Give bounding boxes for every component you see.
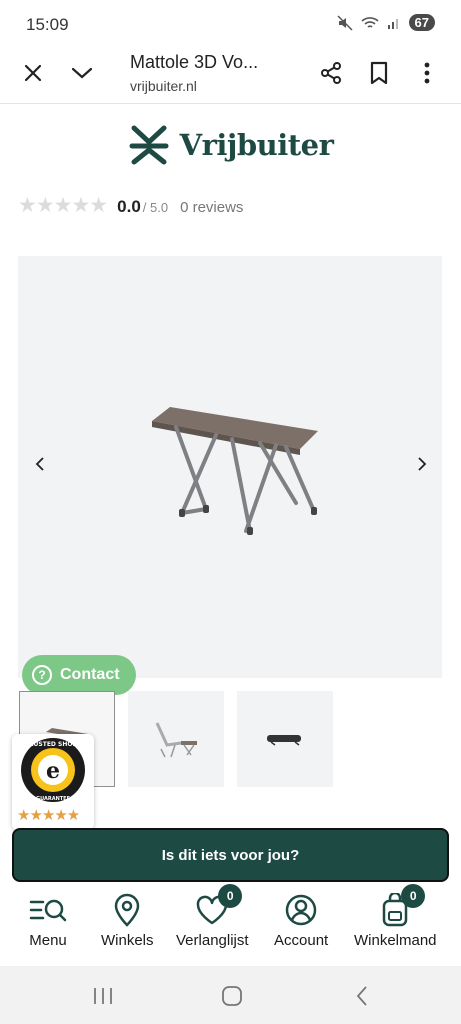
nav-menu-label: Menu bbox=[29, 932, 67, 949]
status-time: 15:09 bbox=[26, 15, 69, 34]
wishlist-count-badge: 0 bbox=[218, 884, 243, 908]
trusted-shops-seal: e TRUSTED SHOPS GUARANTEE bbox=[21, 738, 85, 802]
chevron-left-icon[interactable] bbox=[28, 452, 52, 476]
share-icon[interactable] bbox=[316, 58, 346, 88]
rating-stars: ★★★★★ bbox=[18, 194, 108, 217]
account-icon bbox=[281, 890, 321, 930]
rating-summary: ★★★★★ 0.0 / 5.0 0 reviews bbox=[18, 193, 243, 218]
signal-icon bbox=[387, 18, 398, 29]
trusted-shops-stars: ★★★★★ bbox=[17, 807, 80, 824]
bookmark-icon[interactable] bbox=[364, 58, 394, 88]
product-gallery[interactable] bbox=[18, 256, 442, 678]
review-count[interactable]: 0 reviews bbox=[180, 199, 243, 216]
more-vert-icon[interactable] bbox=[412, 58, 442, 88]
system-navigation-bar bbox=[0, 966, 461, 1024]
cart-count-badge: 0 bbox=[401, 884, 426, 908]
battery-indicator: 67 bbox=[408, 14, 435, 31]
rating-value: 0.0 bbox=[117, 197, 141, 216]
browser-toolbar: Mattole 3D Vo... vrijbuiter.nl bbox=[0, 48, 461, 104]
contact-label: Contact bbox=[60, 666, 120, 683]
svg-text:GUARANTEE: GUARANTEE bbox=[36, 796, 71, 802]
page-url[interactable]: vrijbuiter.nl bbox=[130, 78, 197, 94]
bottom-navigation: Menu Winkels 0 Verlanglijst Account 0 Wi… bbox=[0, 882, 461, 966]
nav-menu[interactable]: Menu bbox=[28, 890, 68, 949]
backpack-icon: 0 bbox=[375, 884, 426, 930]
home-icon[interactable] bbox=[220, 984, 244, 1008]
thumbnail-chair-set[interactable] bbox=[128, 691, 224, 787]
svg-text:e: e bbox=[46, 758, 60, 784]
brand-logo[interactable]: Vrijbuiter bbox=[0, 118, 461, 172]
wifi-icon bbox=[360, 16, 379, 28]
recent-apps-icon[interactable] bbox=[91, 984, 115, 1008]
page-title: Mattole 3D Vo... bbox=[130, 52, 259, 72]
nav-cart-label: Winkelmand bbox=[354, 932, 437, 949]
thumbnail-folded[interactable] bbox=[237, 691, 333, 787]
chevron-down-icon[interactable] bbox=[67, 58, 97, 88]
status-icons: 67 bbox=[337, 14, 435, 31]
question-icon: ? bbox=[32, 665, 52, 685]
nav-wishlist-label: Verlanglijst bbox=[176, 932, 249, 949]
heart-icon: 0 bbox=[192, 884, 243, 930]
nav-stores-label: Winkels bbox=[101, 932, 154, 949]
nav-stores[interactable]: Winkels bbox=[101, 890, 154, 949]
svg-text:TRUSTED SHOPS: TRUSTED SHOPS bbox=[25, 741, 81, 748]
rating-max: / 5.0 bbox=[142, 200, 169, 215]
contact-button[interactable]: ? Contact bbox=[22, 655, 136, 695]
nav-account-label: Account bbox=[274, 932, 329, 949]
vrijbuiter-logo-icon bbox=[129, 125, 169, 165]
back-icon[interactable] bbox=[350, 984, 374, 1008]
trusted-shops-badge[interactable]: e TRUSTED SHOPS GUARANTEE ★★★★★ bbox=[12, 734, 94, 830]
menu-search-icon bbox=[28, 890, 68, 930]
product-image bbox=[152, 407, 318, 535]
close-icon[interactable] bbox=[18, 58, 48, 88]
status-bar: 15:09 67 bbox=[0, 0, 461, 48]
nav-account[interactable]: Account bbox=[274, 890, 328, 949]
thumbnail-folded-image bbox=[267, 735, 301, 746]
brand-name: Vrijbuiter bbox=[179, 128, 334, 162]
location-pin-icon bbox=[107, 890, 147, 930]
nav-cart[interactable]: 0 Winkelmand bbox=[354, 884, 437, 949]
is-this-for-you-button[interactable]: Is dit iets voor jou? bbox=[12, 828, 449, 882]
thumbnail-chair-set-image bbox=[155, 722, 197, 758]
nav-wishlist[interactable]: 0 Verlanglijst bbox=[176, 884, 249, 949]
mute-icon bbox=[337, 14, 353, 31]
chevron-right-icon[interactable] bbox=[410, 452, 434, 476]
